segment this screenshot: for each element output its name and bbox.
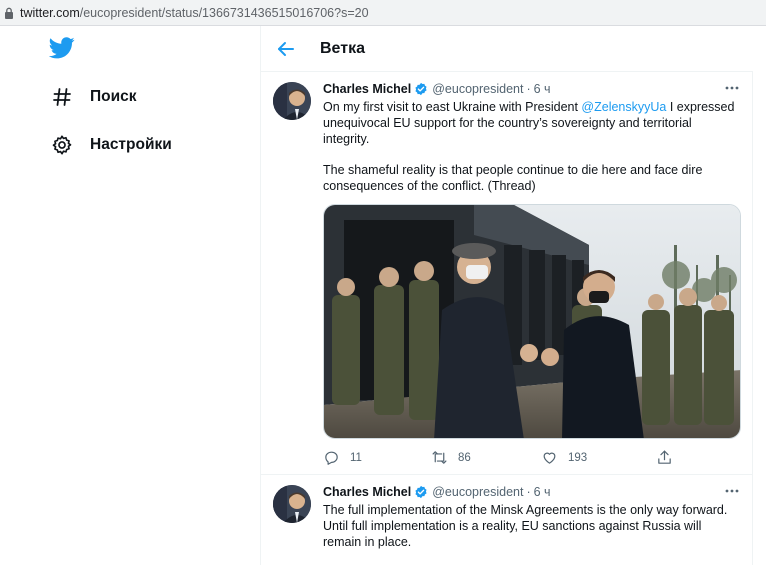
page-title: Ветка (320, 40, 365, 57)
author-name[interactable]: Charles Michel (323, 82, 411, 96)
hashtag-icon (50, 85, 74, 109)
tweet-photo[interactable] (323, 204, 741, 439)
share-icon (658, 450, 671, 464)
twitter-bird-icon[interactable] (49, 37, 75, 59)
separator-dot: · (526, 82, 531, 96)
sidebar-item-label: Настройки (90, 136, 172, 153)
author-handle[interactable]: @eucopresident (432, 82, 523, 96)
url-text: twitter.com/eucopresident/status/1366731… (20, 6, 369, 20)
verified-badge-icon (415, 485, 427, 499)
tweet[interactable]: Charles Michel @eucopresident · 6 ч On m… (261, 73, 753, 475)
tweet-text: On my first visit to east Ukraine with P… (323, 100, 735, 193)
retweet-button[interactable]: 86 (431, 449, 471, 466)
timestamp[interactable]: 6 ч (534, 485, 551, 499)
sidebar: Поиск Настройки (0, 26, 260, 565)
sidebar-item-search[interactable]: Поиск (40, 77, 137, 117)
gear-icon (50, 133, 74, 157)
more-options-icon[interactable] (725, 85, 739, 91)
reply-button[interactable]: 11 (323, 449, 362, 466)
back-arrow-icon[interactable] (275, 38, 297, 60)
browser-address-bar[interactable]: twitter.com/eucopresident/status/1366731… (0, 0, 766, 26)
lock-icon (5, 7, 13, 19)
author-name[interactable]: Charles Michel (323, 485, 411, 499)
like-count: 193 (568, 451, 588, 464)
separator-dot: · (526, 485, 531, 499)
url-field[interactable]: twitter.com/eucopresident/status/1366731… (0, 0, 766, 26)
tweet-header: Charles Michel @eucopresident · 6 ч (323, 82, 551, 96)
retweet-count: 86 (458, 451, 471, 464)
tweet-text: The full implementation of the Minsk Agr… (323, 503, 728, 549)
tweet[interactable]: Charles Michel @eucopresident · 6 ч The … (261, 476, 753, 565)
thread-header: Ветка (261, 26, 753, 72)
verified-badge-icon (415, 82, 427, 96)
mention-link[interactable]: @ZelenskyyUa (581, 100, 666, 114)
reply-count: 11 (350, 451, 362, 464)
retweet-icon (432, 451, 447, 464)
more-options-icon[interactable] (725, 488, 739, 494)
avatar[interactable] (273, 485, 311, 523)
reply-icon (325, 451, 338, 465)
share-button[interactable] (656, 449, 673, 466)
tweet-header: Charles Michel @eucopresident · 6 ч (323, 485, 551, 499)
author-handle[interactable]: @eucopresident (432, 485, 523, 499)
heart-icon (543, 452, 556, 464)
tweet-actions: 11 86 193 (323, 449, 741, 469)
timestamp[interactable]: 6 ч (534, 82, 551, 96)
avatar[interactable] (273, 82, 311, 120)
like-button[interactable]: 193 (541, 449, 587, 466)
sidebar-item-settings[interactable]: Настройки (40, 125, 172, 165)
main-column: Ветка Charles Michel @eucopresident · 6 … (260, 26, 753, 565)
sidebar-item-label: Поиск (90, 88, 137, 105)
